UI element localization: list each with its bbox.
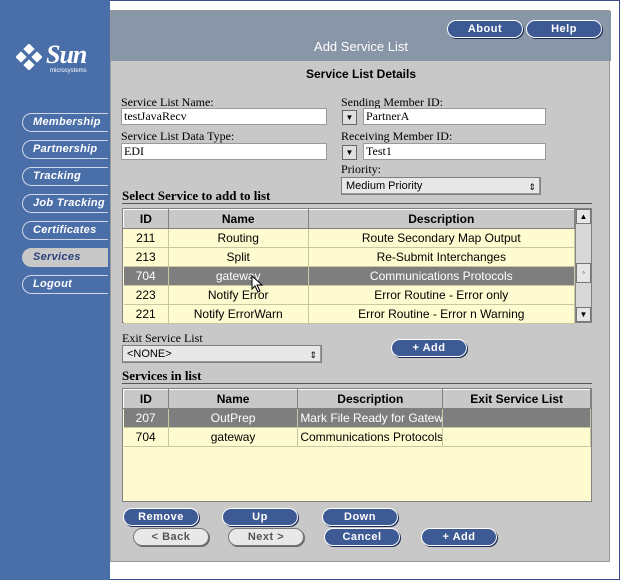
table-row[interactable]: 211 Routing Route Secondary Map Output (123, 228, 576, 248)
back-button[interactable]: < Back (133, 528, 209, 546)
cell-description: Communications Protocols (297, 427, 444, 447)
cell-id: 223 (123, 285, 169, 305)
cell-name: gateway (168, 427, 299, 447)
sun-logo-icon (16, 44, 42, 70)
scroll-thumb[interactable]: ◦ (576, 263, 591, 283)
cell-description: Communications Protocols (308, 266, 576, 286)
cell-id: 207 (123, 408, 169, 428)
exit-service-value: <NONE> (127, 348, 172, 360)
receiving-member-input[interactable]: Test1 (363, 143, 546, 160)
cell-description: Mark File Ready for Gatewa (297, 408, 444, 428)
data-type-label: Service List Data Type: (121, 129, 235, 143)
divider (122, 383, 592, 384)
grip-icon: ◦ (582, 268, 585, 277)
col-header-description[interactable]: Description (307, 209, 576, 229)
data-type-input[interactable]: EDI (121, 143, 327, 160)
add-exit-button[interactable]: + Add (391, 339, 467, 357)
receiving-member-dropdown[interactable]: ▼ (342, 145, 357, 160)
sending-member-dropdown[interactable]: ▼ (342, 110, 357, 125)
table-row[interactable]: 223 Notify Error Error Routine - Error o… (123, 285, 576, 305)
next-button[interactable]: Next > (228, 528, 304, 546)
col-header-name[interactable]: Name (167, 389, 299, 409)
col-header-name[interactable]: Name (167, 209, 309, 229)
table-row[interactable]: 221 Notify ErrorWarn Error Routine - Err… (123, 304, 576, 324)
nav-logout[interactable]: Logout (22, 275, 108, 294)
nav-job-tracking[interactable]: Job Tracking (22, 194, 108, 213)
cell-id: 704 (123, 427, 169, 447)
triangle-down-icon: ▼ (345, 148, 354, 157)
cell-id: 704 (123, 266, 169, 286)
cell-name: Notify Error (168, 285, 309, 305)
scroll-up-button[interactable]: ▲ (576, 209, 591, 224)
triangle-up-icon: ▲ (579, 212, 588, 221)
select-service-table: ID Name Description 211 Routing Route Se… (122, 208, 592, 324)
cell-id: 213 (123, 247, 169, 267)
cell-name: Routing (168, 228, 309, 248)
nav-tracking[interactable]: Tracking (22, 167, 108, 186)
sending-member-input[interactable]: PartnerA (363, 108, 546, 125)
nav-partnership[interactable]: Partnership (22, 140, 108, 159)
header-bar: About Help Add Service List (111, 11, 611, 61)
about-button[interactable]: About (447, 20, 523, 38)
table-row[interactable]: 213 Split Re-Submit Interchanges (123, 247, 576, 267)
main-panel: About Help Add Service List Service List… (110, 10, 611, 562)
cell-description: Route Secondary Map Output (308, 228, 576, 248)
col-header-id[interactable]: ID (123, 209, 169, 229)
up-button[interactable]: Up (222, 508, 298, 526)
brand-sub: microsystems (50, 68, 87, 74)
scroll-down-button[interactable]: ▼ (576, 307, 591, 322)
col-header-description[interactable]: Description (297, 389, 444, 409)
details-title: Service List Details (305, 67, 417, 81)
brand-name: Sun (46, 40, 87, 69)
service-list-name-input[interactable]: testJavaRecv (121, 108, 327, 125)
exit-service-select[interactable]: <NONE> ⇕ (122, 345, 322, 363)
down-button[interactable]: Down (322, 508, 398, 526)
nav-certificates[interactable]: Certificates (22, 221, 108, 240)
table-row-selected[interactable]: 704 gateway Communications Protocols (123, 266, 576, 286)
cancel-button[interactable]: Cancel (324, 528, 400, 546)
left-nav: Sun microsystems Membership Partnership … (0, 0, 110, 580)
page-title: Add Service List (314, 39, 408, 54)
cell-name: OutPrep (168, 408, 299, 428)
services-in-list-title: Services in list (122, 368, 202, 383)
triangle-down-icon: ▼ (579, 310, 588, 319)
nav-membership[interactable]: Membership (22, 113, 108, 132)
cell-description: Error Routine - Error only (308, 285, 576, 305)
cell-description: Re-Submit Interchanges (308, 247, 576, 267)
nav-services[interactable]: Services (22, 248, 108, 267)
cell-exit (442, 427, 591, 447)
remove-button[interactable]: Remove (123, 508, 199, 526)
select-service-title: Select Service to add to list (122, 188, 271, 203)
priority-select[interactable]: Medium Priority ⇕ (341, 177, 541, 195)
table-row[interactable]: 704 gateway Communications Protocols (123, 427, 591, 447)
vertical-scrollbar[interactable]: ▲ ◦ ▼ (575, 209, 591, 322)
cell-exit (442, 408, 591, 428)
divider (122, 203, 592, 204)
exit-service-label: Exit Service List (122, 331, 203, 345)
cell-name: Notify ErrorWarn (168, 304, 309, 324)
cell-name: Split (168, 247, 309, 267)
add-button[interactable]: + Add (421, 528, 497, 546)
cell-id: 221 (123, 304, 169, 324)
priority-value: Medium Priority (346, 180, 423, 192)
mouse-pointer-icon (251, 275, 264, 293)
cell-id: 211 (123, 228, 169, 248)
updown-arrow-icon: ⇕ (309, 350, 317, 360)
cell-description: Error Routine - Error n Warning (308, 304, 576, 324)
cell-name: gateway (168, 266, 309, 286)
col-header-id[interactable]: ID (123, 389, 169, 409)
col-header-exit-service-list[interactable]: Exit Service List (442, 389, 591, 409)
updown-arrow-icon: ⇕ (528, 182, 536, 192)
table-row-selected[interactable]: 207 OutPrep Mark File Ready for Gatewa (123, 408, 591, 428)
priority-label: Priority: (341, 162, 382, 176)
sun-logo: Sun microsystems (16, 40, 96, 78)
receiving-member-label: Receiving Member ID: (341, 129, 453, 143)
triangle-down-icon: ▼ (345, 113, 354, 122)
help-button[interactable]: Help (526, 20, 602, 38)
services-in-list-table: ID Name Description Exit Service List 20… (122, 388, 592, 502)
